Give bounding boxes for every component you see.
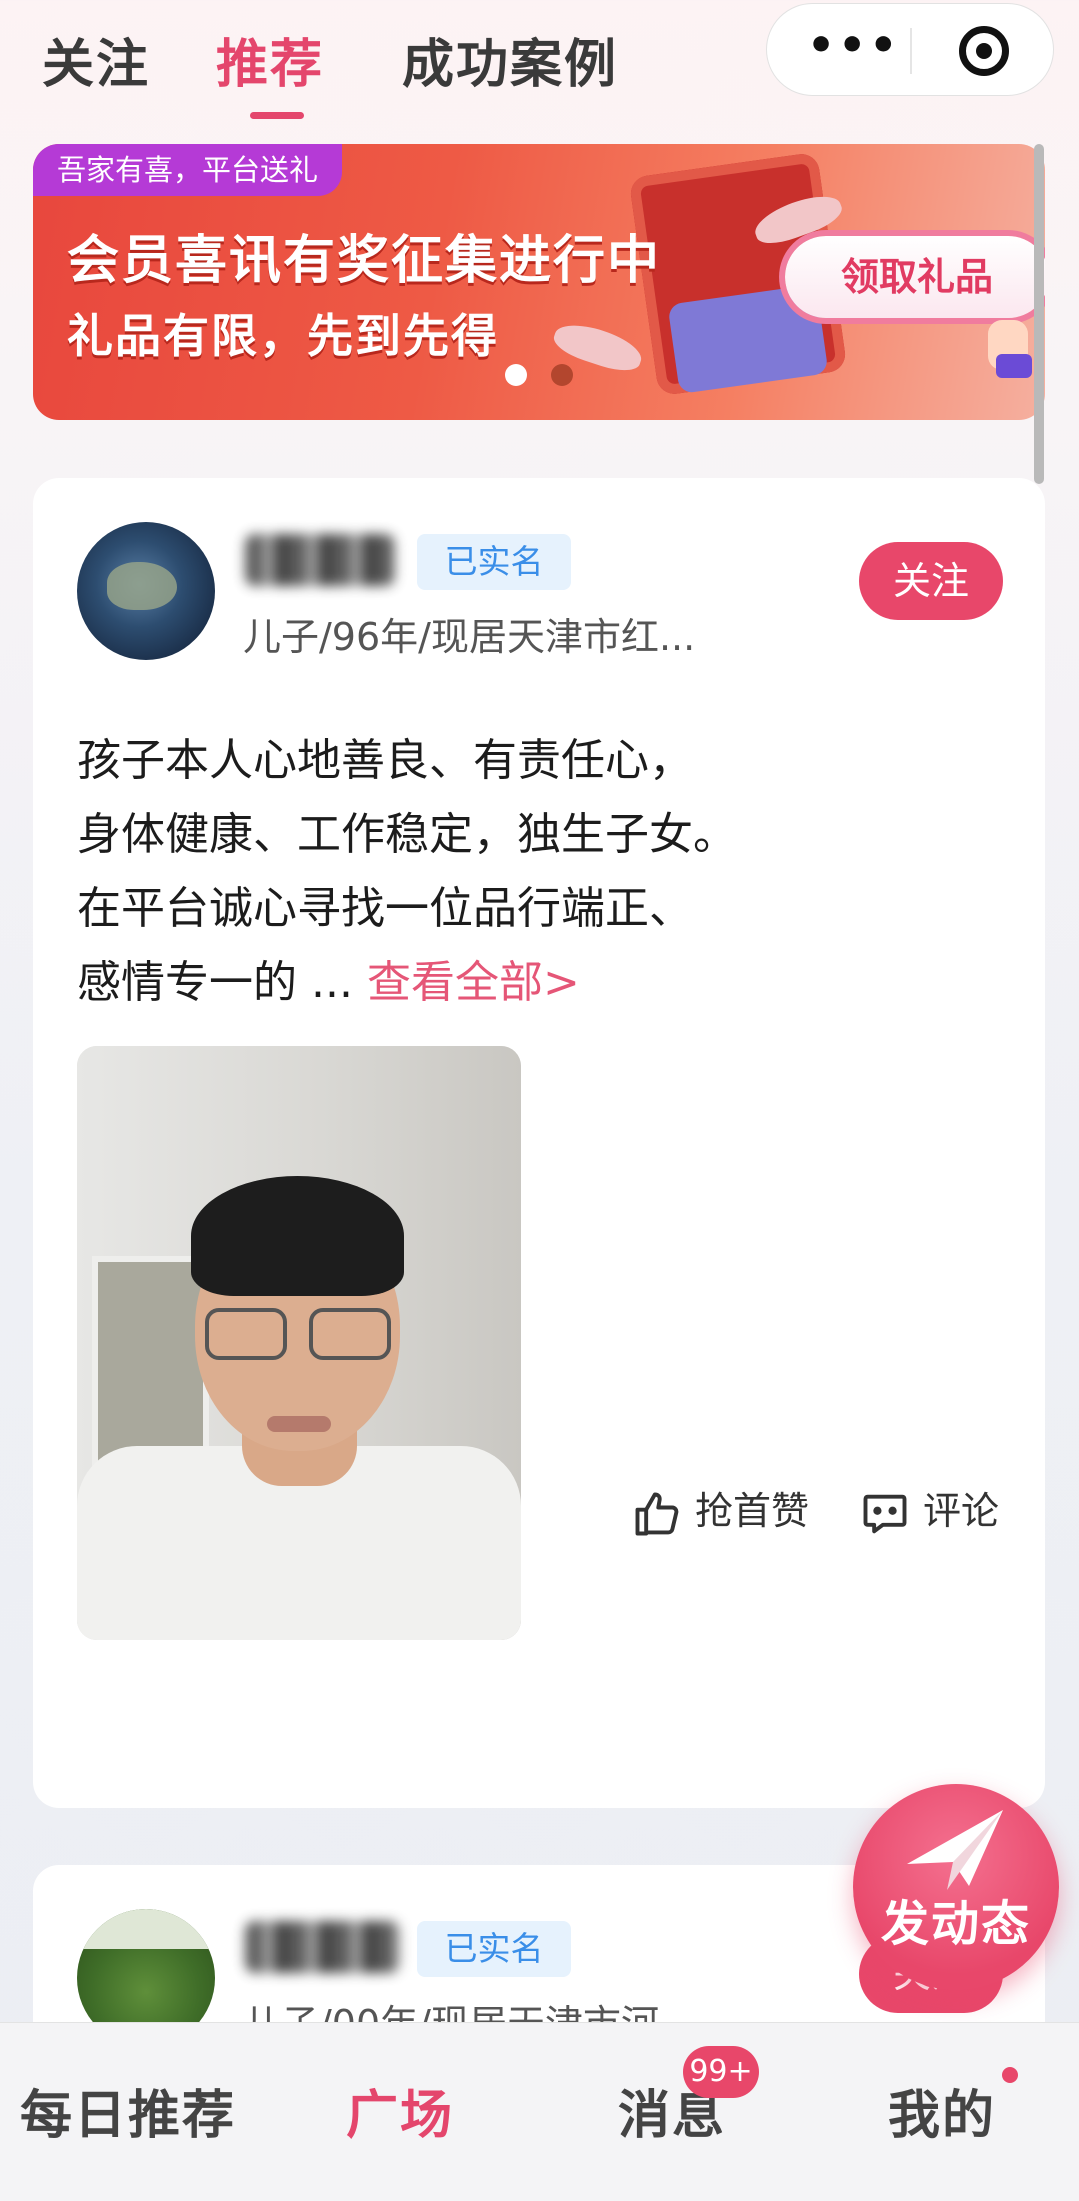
like-label: 抢首赞 <box>695 1489 810 1533</box>
photo-glasses <box>205 1308 393 1364</box>
comment-button[interactable]: 评论 <box>859 1480 999 1540</box>
active-tab-indicator <box>250 112 304 119</box>
paper-plane-icon <box>907 1810 1003 1890</box>
message-count-badge: 99+ <box>683 2046 759 2098</box>
post-text-line: 在平台诚心寻找一位品行端正、 <box>77 883 693 934</box>
blurred-username <box>245 534 395 586</box>
post-text-last: 感情专一的 ... <box>77 957 353 1008</box>
verified-badge: 已实名 <box>417 1921 571 1977</box>
banner-subtitle: 礼品有限，先到先得 <box>67 309 499 363</box>
promo-banner[interactable]: 吾家有喜，平台送礼 会员喜讯有奖征集进行中 礼品有限，先到先得 领取礼品 <box>33 144 1045 420</box>
post-update-fab[interactable]: 发动态 <box>853 1784 1059 1990</box>
post-photo[interactable] <box>77 1046 521 1640</box>
capsule-divider <box>910 28 912 74</box>
post-card[interactable]: 已实名 儿子/96年/现居天津市红... 关注 孩子本人心地善良、有责任心， 身… <box>33 478 1045 1808</box>
notification-dot <box>1002 2067 1018 2083</box>
banner-title: 会员喜讯有奖征集进行中 <box>67 231 662 291</box>
banner-tag: 吾家有喜，平台送礼 <box>33 144 343 196</box>
nav-square[interactable]: 广场 <box>346 2073 454 2148</box>
post-text: 孩子本人心地善良、有责任心， 身体健康、工作稳定，独生子女。 在平台诚心寻找一位… <box>77 724 977 1020</box>
tab-recommend[interactable]: 推荐 <box>216 22 324 97</box>
bottom-nav: 每日推荐 广场 消息 我的 <box>0 2022 1079 2201</box>
see-all-link[interactable]: 查看全部> <box>367 957 580 1008</box>
follow-button[interactable]: 关注 <box>859 542 1003 620</box>
avatar[interactable] <box>77 522 215 660</box>
like-button[interactable]: 抢首赞 <box>631 1480 809 1540</box>
mini-program-capsule: ••• <box>766 3 1054 96</box>
pointing-hand-icon <box>988 320 1032 378</box>
target-close-icon[interactable] <box>959 26 1009 76</box>
fab-label: 发动态 <box>880 1896 1031 1952</box>
thumbs-up-icon <box>635 1492 679 1535</box>
photo-mouth <box>267 1416 331 1432</box>
blurred-username <box>245 1921 400 1973</box>
comment-bubble-icon <box>863 1494 907 1533</box>
claim-gift-button[interactable]: 领取礼品 <box>785 236 1045 318</box>
verified-badge: 已实名 <box>417 534 571 590</box>
more-dots-icon[interactable]: ••• <box>807 24 900 68</box>
photo-hair <box>191 1176 404 1296</box>
user-meta: 儿子/96年/现居天津市红... <box>243 615 696 659</box>
tab-success-cases[interactable]: 成功案例 <box>402 22 618 97</box>
post-text-line: 身体健康、工作稳定，独生子女。 <box>77 809 737 860</box>
scrollbar[interactable] <box>1034 144 1044 484</box>
carousel-dot-active[interactable] <box>505 364 527 386</box>
nav-mine[interactable]: 我的 <box>888 2073 996 2148</box>
tab-follow[interactable]: 关注 <box>42 22 150 97</box>
top-tab-bar: 关注 推荐 成功案例 ••• <box>0 0 1079 130</box>
post-text-line: 孩子本人心地善良、有责任心， <box>77 735 693 786</box>
nav-daily-recommend[interactable]: 每日推荐 <box>20 2073 236 2148</box>
carousel-dot[interactable] <box>551 364 573 386</box>
post-text-line: 感情专一的 ... 查看全部> <box>77 946 977 1020</box>
comment-label: 评论 <box>923 1489 1000 1533</box>
